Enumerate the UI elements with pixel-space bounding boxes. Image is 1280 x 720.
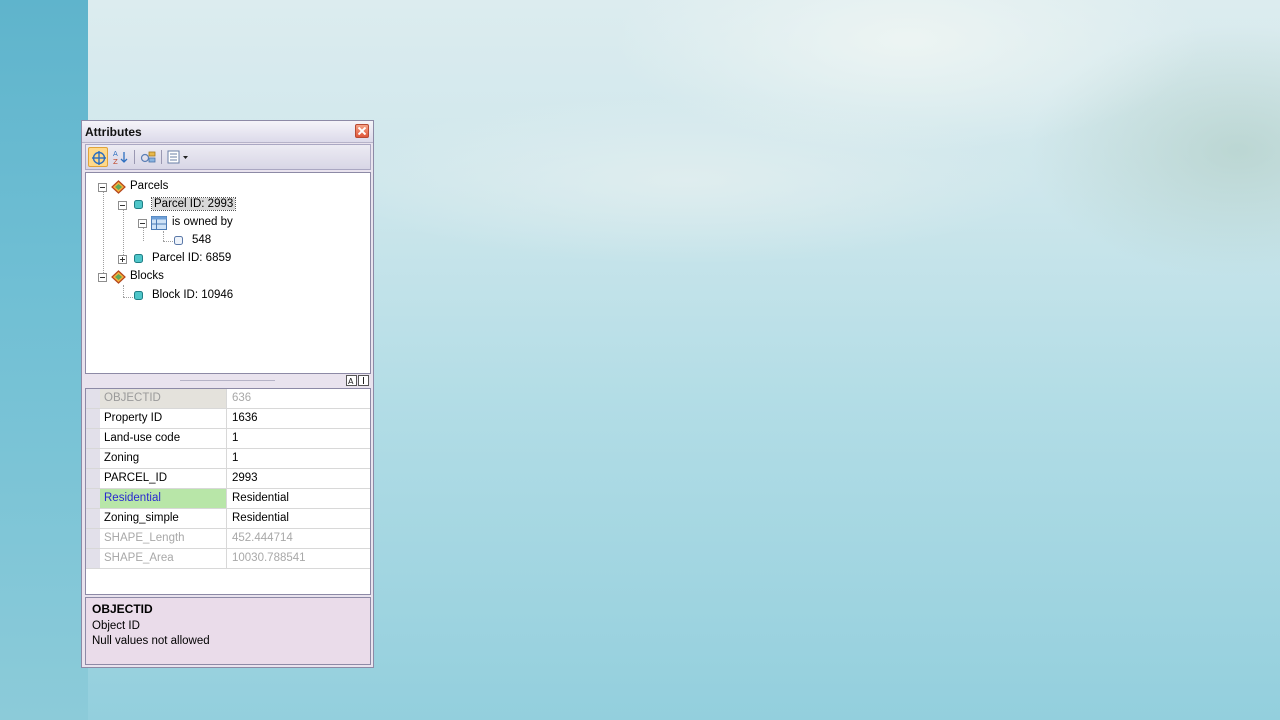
row-header bbox=[86, 549, 100, 568]
find-related-button[interactable] bbox=[138, 147, 158, 167]
field-name: Land-use code bbox=[100, 429, 227, 448]
attributes-toolbar: A Z bbox=[85, 144, 371, 170]
attribute-row[interactable]: Property ID 1636 bbox=[86, 409, 370, 429]
field-value: 10030.788541 bbox=[232, 552, 306, 564]
collapse-icon[interactable] bbox=[118, 201, 127, 210]
collapse-icon[interactable] bbox=[98, 273, 107, 282]
tree-node-label: Block ID: 10946 bbox=[152, 289, 234, 301]
tree-node-owner-548[interactable]: 548 bbox=[172, 233, 232, 249]
options-list-icon bbox=[167, 150, 188, 164]
tree-node-label: Parcel ID: 2993 bbox=[150, 197, 237, 211]
options-list-button[interactable] bbox=[165, 147, 193, 167]
identify-features-button[interactable] bbox=[88, 147, 108, 167]
sort-ascending-button[interactable]: A Z bbox=[111, 147, 131, 167]
attribute-row[interactable]: SHAPE_Length 452.444714 bbox=[86, 529, 370, 549]
sort-ascending-icon: A Z bbox=[113, 150, 128, 165]
field-description-pane: OBJECTID Object ID Null values not allow… bbox=[85, 597, 371, 665]
description-text: Object ID bbox=[92, 620, 140, 632]
field-value: 452.444714 bbox=[232, 532, 293, 544]
field-name: Zoning bbox=[100, 449, 227, 468]
field-value[interactable]: 1 bbox=[228, 449, 370, 468]
expand-icon[interactable] bbox=[118, 255, 127, 264]
tree-node-label: Blocks bbox=[130, 270, 164, 282]
row-header bbox=[86, 509, 100, 528]
field-name: Zoning_simple bbox=[100, 509, 227, 528]
close-icon bbox=[358, 127, 366, 135]
row-header bbox=[86, 449, 100, 468]
field-name: Residential bbox=[100, 489, 227, 508]
row-header bbox=[86, 389, 100, 408]
find-related-icon bbox=[140, 151, 156, 163]
feature-icon bbox=[134, 254, 143, 263]
feature-tree: Parcels Parcel ID: 2993 is owned by 548 … bbox=[85, 172, 371, 374]
tree-connector bbox=[163, 231, 164, 241]
description-text: Null values not allowed bbox=[92, 635, 210, 647]
tree-node-label: Parcel ID: 6859 bbox=[152, 252, 232, 264]
field-value[interactable]: Residential bbox=[228, 489, 370, 508]
sort-categorized-icon bbox=[363, 377, 364, 384]
tree-node-parcel-6859[interactable]: Parcel ID: 6859 bbox=[114, 251, 244, 267]
identify-features-icon bbox=[92, 151, 106, 165]
feature-icon bbox=[134, 200, 143, 209]
relationship-table-icon bbox=[151, 216, 167, 230]
sort-alphabetical-icon: A bbox=[348, 377, 354, 386]
row-header bbox=[86, 429, 100, 448]
row-header bbox=[86, 469, 100, 488]
field-value: 636 bbox=[232, 392, 252, 404]
attribute-grid: OBJECTID 636 Property ID 1636 Land-use c… bbox=[85, 388, 371, 595]
svg-text:Z: Z bbox=[113, 158, 118, 165]
desktop-background-strip bbox=[0, 0, 88, 720]
field-name: OBJECTID bbox=[100, 389, 227, 408]
attribute-row[interactable]: Zoning 1 bbox=[86, 449, 370, 469]
attribute-row[interactable]: PARCEL_ID 2993 bbox=[86, 469, 370, 489]
record-icon bbox=[174, 236, 183, 245]
field-value[interactable]: 1636 bbox=[228, 409, 370, 428]
toolbar-separator bbox=[161, 150, 162, 164]
tree-node-label: 548 bbox=[192, 234, 212, 246]
feature-icon bbox=[134, 291, 143, 300]
tree-node-relationship[interactable]: is owned by bbox=[134, 215, 254, 231]
collapse-icon[interactable] bbox=[138, 219, 147, 228]
field-value[interactable]: 1 bbox=[228, 429, 370, 448]
attribute-row[interactable]: Residential Residential bbox=[86, 489, 370, 509]
close-button[interactable] bbox=[355, 124, 369, 138]
row-header bbox=[86, 409, 100, 428]
layer-icon bbox=[111, 270, 126, 284]
field-value[interactable]: Residential bbox=[228, 509, 370, 528]
layer-icon bbox=[111, 180, 126, 194]
field-name: PARCEL_ID bbox=[100, 469, 227, 488]
svg-text:A: A bbox=[113, 150, 118, 158]
sort-categorized-button[interactable] bbox=[358, 375, 369, 386]
attribute-row[interactable]: Zoning_simple Residential bbox=[86, 509, 370, 529]
tree-node-parcel-2993[interactable]: Parcel ID: 2993 bbox=[114, 197, 244, 213]
attribute-row[interactable]: SHAPE_Area 10030.788541 bbox=[86, 549, 370, 569]
description-title: OBJECTID bbox=[92, 602, 153, 616]
splitter-grip bbox=[180, 380, 275, 381]
pane-splitter[interactable]: A bbox=[85, 374, 371, 388]
sort-alphabetical-button[interactable]: A bbox=[346, 375, 357, 386]
svg-text:A: A bbox=[348, 377, 354, 385]
tree-connector bbox=[103, 189, 104, 277]
field-name: Property ID bbox=[100, 409, 227, 428]
tree-node-block-10946[interactable]: Block ID: 10946 bbox=[134, 288, 264, 304]
field-value[interactable]: 2993 bbox=[228, 469, 370, 488]
row-header bbox=[86, 529, 100, 548]
field-name: SHAPE_Length bbox=[100, 529, 227, 548]
attribute-row[interactable]: OBJECTID 636 bbox=[86, 389, 370, 409]
attributes-window: Attributes A Z Parcels Parcel ID: 2993 i… bbox=[81, 120, 374, 668]
tree-node-parcels[interactable]: Parcels bbox=[94, 179, 214, 195]
tree-node-blocks[interactable]: Blocks bbox=[94, 269, 214, 285]
collapse-icon[interactable] bbox=[98, 183, 107, 192]
tree-connector bbox=[123, 285, 124, 297]
attribute-row[interactable]: Land-use code 1 bbox=[86, 429, 370, 449]
field-name: SHAPE_Area bbox=[100, 549, 227, 568]
row-header bbox=[86, 489, 100, 508]
tree-node-label: is owned by bbox=[172, 216, 233, 228]
tree-node-label: Parcels bbox=[130, 180, 169, 192]
window-title: Attributes bbox=[85, 125, 142, 139]
window-titlebar[interactable]: Attributes bbox=[82, 121, 373, 143]
toolbar-separator bbox=[134, 150, 135, 164]
